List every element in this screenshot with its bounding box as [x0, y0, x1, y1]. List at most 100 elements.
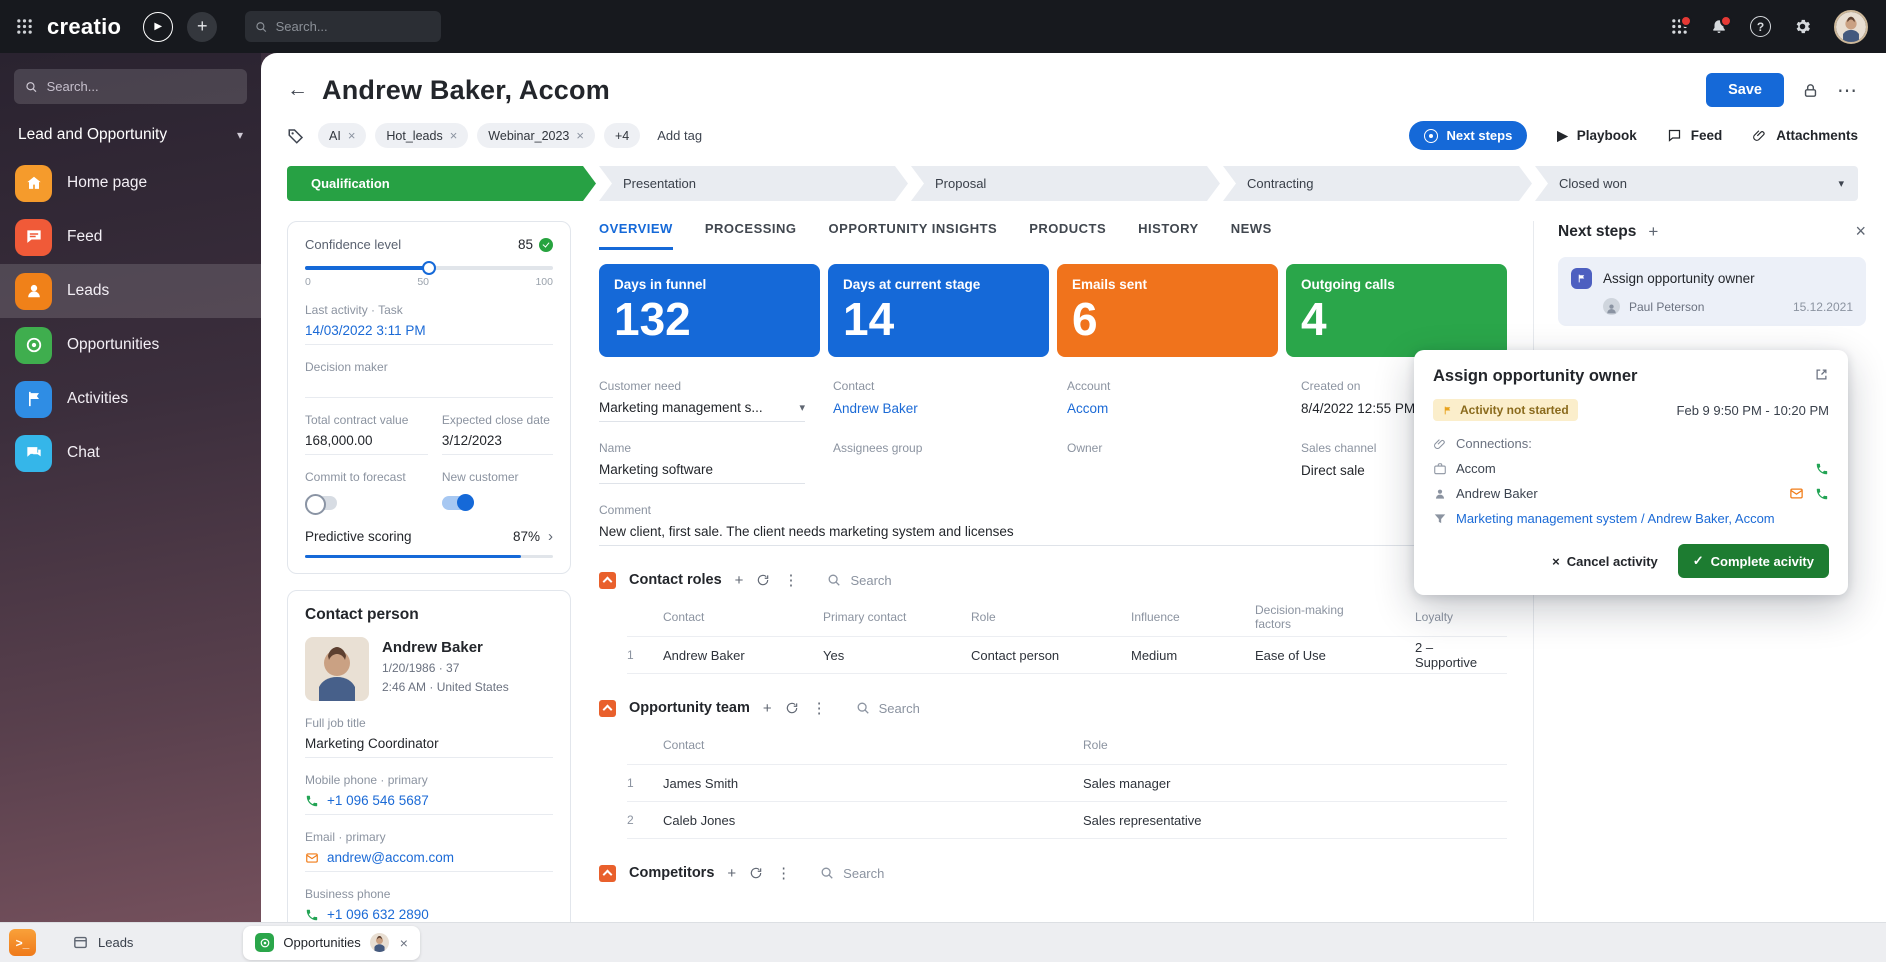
column-header[interactable]: Role: [1083, 738, 1507, 752]
mail-icon[interactable]: [1789, 486, 1804, 501]
predictive-scoring-row[interactable]: Predictive scoring 87%›: [305, 528, 553, 545]
slider-handle[interactable]: [422, 261, 436, 275]
connection-account-row[interactable]: Accom: [1433, 461, 1829, 476]
competitors-search[interactable]: Search: [820, 866, 884, 881]
close-icon[interactable]: ×: [1855, 221, 1866, 242]
contact-link[interactable]: Andrew Baker: [833, 401, 918, 416]
taskbar-tab-opportunities[interactable]: Opportunities ×: [243, 926, 420, 960]
marketplace-icon[interactable]: [1671, 18, 1688, 35]
remove-tag-icon[interactable]: ×: [576, 128, 584, 143]
playbook-button[interactable]: ▶Playbook: [1557, 128, 1636, 144]
refresh-icon[interactable]: [749, 866, 763, 880]
connection-account[interactable]: Accom: [1456, 461, 1496, 476]
lock-icon[interactable]: [1802, 82, 1819, 99]
contact-link[interactable]: Caleb Jones: [663, 813, 1083, 828]
contact-photo[interactable]: [305, 637, 369, 701]
kebab-menu-icon[interactable]: ⋮: [812, 699, 827, 717]
stage-contracting[interactable]: Contracting: [1223, 166, 1532, 201]
column-header[interactable]: Loyalty: [1415, 610, 1507, 624]
column-header[interactable]: Role: [971, 610, 1131, 624]
global-add-button[interactable]: +: [187, 12, 217, 42]
status-badge[interactable]: Activity not started: [1433, 399, 1578, 421]
connection-opportunity-link[interactable]: Marketing management system / Andrew Bak…: [1456, 511, 1775, 526]
settings-gear-icon[interactable]: [1793, 17, 1812, 36]
sidebar-search-input[interactable]: [47, 79, 236, 94]
table-row[interactable]: 2 Caleb Jones Sales representative: [627, 802, 1507, 839]
collapse-icon[interactable]: [599, 865, 616, 882]
back-arrow-icon[interactable]: ←: [287, 78, 308, 102]
sidebar-item-activities[interactable]: Activities: [0, 372, 261, 426]
taskbar-tab-leads[interactable]: Leads: [60, 926, 145, 960]
opportunity-team-search[interactable]: Search: [856, 701, 920, 716]
add-step-icon[interactable]: +: [1648, 222, 1658, 242]
add-icon[interactable]: +: [735, 572, 744, 589]
remove-tag-icon[interactable]: ×: [348, 128, 356, 143]
mobile-phone-value[interactable]: +1 096 546 5687: [327, 793, 429, 808]
tab-news[interactable]: NEWS: [1231, 221, 1272, 250]
column-header[interactable]: Contact: [663, 610, 823, 624]
kebab-menu-icon[interactable]: ⋮: [776, 864, 791, 882]
sidebar-item-leads[interactable]: Leads: [0, 264, 261, 318]
play-button[interactable]: ▶: [143, 12, 173, 42]
add-tag-button[interactable]: Add tag: [657, 128, 702, 143]
total-contract-value[interactable]: 168,000.00: [305, 433, 428, 455]
account-link[interactable]: Accom: [1067, 401, 1108, 416]
notifications-bell-icon[interactable]: [1710, 18, 1728, 36]
stage-presentation[interactable]: Presentation: [599, 166, 908, 201]
contact-link[interactable]: James Smith: [663, 776, 1083, 791]
tag-pill[interactable]: Webinar_2023×: [477, 123, 595, 148]
column-header[interactable]: Contact: [663, 738, 1083, 752]
sidebar-search[interactable]: [14, 69, 247, 104]
confidence-slider[interactable]: [305, 266, 553, 270]
complete-activity-button[interactable]: ✓ Complete acivity: [1678, 544, 1829, 578]
tab-history[interactable]: HISTORY: [1138, 221, 1199, 250]
collapse-icon[interactable]: [599, 700, 616, 717]
email-value[interactable]: andrew@accom.com: [327, 850, 454, 865]
connection-opportunity-row[interactable]: Marketing management system / Andrew Bak…: [1433, 511, 1829, 526]
next-steps-button[interactable]: Next steps: [1409, 121, 1528, 150]
comment-value[interactable]: New client, first sale. The client needs…: [599, 524, 1507, 546]
global-search-input[interactable]: [276, 19, 432, 34]
tab-overview[interactable]: OVERVIEW: [599, 221, 673, 250]
last-activity-value[interactable]: 14/03/2022 3:11 PM: [305, 323, 553, 345]
open-full-view-icon[interactable]: [1814, 367, 1829, 382]
column-header[interactable]: Decision-making factors: [1255, 603, 1415, 631]
connection-contact[interactable]: Andrew Baker: [1456, 486, 1538, 501]
stage-proposal[interactable]: Proposal: [911, 166, 1220, 201]
add-icon[interactable]: +: [727, 865, 736, 882]
tag-pill[interactable]: AI×: [318, 123, 366, 148]
sidebar-item-opportunities[interactable]: Opportunities: [0, 318, 261, 372]
business-phone-value[interactable]: +1 096 632 2890: [327, 907, 429, 922]
workspace-selector[interactable]: Lead and Opportunity ▾: [0, 110, 261, 156]
new-customer-toggle[interactable]: [442, 496, 474, 510]
attachments-button[interactable]: Attachments: [1752, 128, 1858, 143]
phone-icon[interactable]: [1815, 462, 1829, 476]
close-icon[interactable]: ×: [400, 935, 408, 951]
add-icon[interactable]: +: [763, 700, 772, 717]
customer-need-select[interactable]: Marketing management s... ▾: [599, 400, 805, 422]
table-row[interactable]: 1 Andrew Baker Yes Contact person Medium…: [627, 637, 1507, 674]
terminal-launcher-icon[interactable]: >_: [9, 929, 36, 956]
tab-products[interactable]: PRODUCTS: [1029, 221, 1106, 250]
app-menu-icon[interactable]: [16, 18, 33, 35]
commit-forecast-toggle[interactable]: [305, 496, 337, 510]
column-header[interactable]: Influence: [1131, 610, 1255, 624]
tag-pill[interactable]: Hot_leads×: [375, 123, 468, 148]
stage-closed-won[interactable]: Closed won▾: [1535, 166, 1858, 201]
refresh-icon[interactable]: [785, 701, 799, 715]
table-row[interactable]: 1 James Smith Sales manager: [627, 765, 1507, 802]
kebab-menu-icon[interactable]: ⋮: [783, 571, 798, 589]
tab-opportunity-insights[interactable]: OPPORTUNITY INSIGHTS: [829, 221, 998, 250]
global-search[interactable]: [245, 11, 441, 42]
contact-roles-search[interactable]: Search: [827, 573, 891, 588]
next-step-card[interactable]: Assign opportunity owner Paul Peterson 1…: [1558, 257, 1866, 326]
feed-button[interactable]: Feed: [1667, 128, 1723, 143]
phone-icon[interactable]: [1815, 487, 1829, 501]
stage-qualification[interactable]: Qualification: [287, 166, 596, 201]
remove-tag-icon[interactable]: ×: [450, 128, 458, 143]
cancel-activity-button[interactable]: × Cancel activity: [1552, 554, 1658, 569]
close-date-value[interactable]: 3/12/2023: [442, 433, 553, 455]
sidebar-item-feed[interactable]: Feed: [0, 210, 261, 264]
more-tags-pill[interactable]: +4: [604, 123, 640, 148]
column-header[interactable]: Primary contact: [823, 610, 971, 624]
